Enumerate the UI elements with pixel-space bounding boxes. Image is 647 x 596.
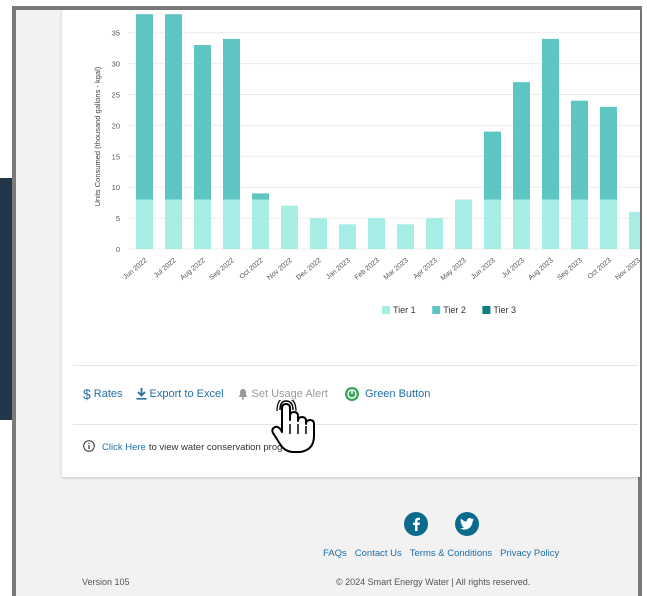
legend-label: Tier 3 — [493, 305, 516, 315]
divider-top — [73, 365, 638, 366]
y-tick-label: 20 — [112, 121, 120, 130]
bar-tier-1 — [281, 205, 298, 249]
set-usage-alert-button[interactable]: Set Usage Alert — [237, 388, 328, 400]
green-button-label: Green Button — [364, 388, 431, 400]
bar-tier-1 — [223, 199, 240, 249]
y-tick-label: 0 — [116, 245, 120, 254]
green-button-icon — [344, 387, 359, 401]
x-tick-label: Sep 2022 — [208, 257, 236, 282]
conservation-info: Click Here to view water conservation pr… — [83, 440, 282, 455]
dollar-icon: $ — [83, 386, 91, 402]
export-excel-button[interactable]: Export to Excel — [136, 388, 224, 400]
x-tick-label: Dec 2022 — [295, 257, 323, 282]
y-tick-label: 15 — [112, 152, 120, 161]
bar-tier-1 — [252, 199, 269, 249]
x-tick-label: Jul 2023 — [501, 257, 526, 279]
x-tick-label: Aug 2023 — [527, 257, 555, 282]
x-tick-label: Oct 2022 — [239, 257, 265, 281]
download-icon — [136, 388, 147, 400]
contact-us-link[interactable]: Contact Us — [355, 548, 402, 559]
bar-tier-1 — [136, 199, 153, 249]
bar-tier-1 — [629, 211, 640, 249]
bar-tier-1 — [339, 224, 356, 249]
legend-label: Tier 2 — [443, 305, 466, 315]
rates-label: Rates — [93, 388, 123, 400]
bar-tier-2 — [513, 82, 530, 200]
bar-tier-1 — [542, 199, 559, 249]
left-dark-panel — [0, 178, 12, 420]
bar-tier-2 — [165, 14, 182, 200]
bar-tier-1 — [310, 218, 327, 249]
bar-tier-1 — [194, 199, 211, 249]
bar-tier-2 — [484, 131, 501, 200]
info-text: to view water conservation prog — [148, 442, 283, 453]
facebook-icon[interactable] — [404, 512, 428, 536]
divider-bottom — [73, 424, 638, 425]
legend-label: Tier 1 — [393, 305, 416, 315]
bar-tier-1 — [513, 199, 530, 249]
x-tick-label: Jun 2023 — [470, 257, 497, 281]
green-button[interactable]: Green Button — [341, 387, 430, 401]
bar-tier-2 — [194, 45, 211, 200]
bar-tier-2 — [600, 106, 617, 200]
x-tick-label: Oct 2023 — [587, 257, 613, 281]
y-tick-label: 10 — [112, 183, 120, 192]
bar-tier-1 — [455, 199, 472, 249]
hand-cursor-icon — [268, 397, 318, 461]
y-tick-label: 30 — [112, 60, 120, 69]
info-icon — [83, 440, 95, 455]
x-tick-label: Mar 2023 — [383, 257, 410, 281]
social-links — [404, 512, 506, 536]
x-tick-label: Sep 2023 — [556, 257, 584, 282]
bar-tier-1 — [426, 218, 443, 249]
bar-tier-2 — [542, 38, 559, 200]
bar-tier-1 — [165, 199, 182, 249]
usage-card: 0 5 10 15 20 25 30 35 Units Consumed (thousand g… — [62, 10, 640, 477]
faqs-link[interactable]: FAQs — [323, 548, 347, 559]
footer-links: FAQs Contact Us Terms & Conditions Priva… — [323, 548, 567, 559]
legend-swatch — [382, 306, 390, 314]
terms-link[interactable]: Terms & Conditions — [410, 548, 492, 559]
action-toolbar: $ Rates Export to Excel Set Usage Alert … — [83, 386, 443, 402]
x-tick-label: Jun 2022 — [122, 257, 149, 281]
rates-button[interactable]: $ Rates — [83, 386, 123, 402]
bar-tier-1 — [571, 199, 588, 249]
x-tick-label: Aug 2022 — [179, 257, 207, 282]
bar-tier-1 — [368, 218, 385, 249]
twitter-icon[interactable] — [455, 512, 479, 536]
bar-tier-1 — [484, 199, 501, 249]
x-tick-label: Feb 2023 — [354, 257, 381, 281]
bar-tier-1 — [600, 199, 617, 249]
bar-tier-2 — [136, 14, 153, 200]
x-tick-label: Jan 2023 — [325, 257, 352, 281]
legend-swatch — [482, 306, 491, 314]
y-tick-label: 25 — [112, 91, 120, 100]
legend-swatch — [432, 306, 441, 314]
x-tick-label: Nov 2022 — [266, 257, 294, 282]
x-tick-label: Apr 2023 — [413, 257, 439, 281]
y-axis-label: Units Consumed (thousand gallons - kgal) — [93, 66, 102, 206]
usage-bar-chart: 0 5 10 15 20 25 30 35 Units Consumed (thousand g… — [93, 14, 640, 315]
x-tick-label: Nov 2023 — [614, 257, 640, 282]
export-label: Export to Excel — [149, 388, 224, 400]
bar-tier-2 — [223, 38, 240, 200]
alert-label: Set Usage Alert — [251, 388, 328, 400]
x-tick-label: May 2023 — [440, 257, 468, 282]
bar-tier-1 — [397, 224, 414, 249]
bar-tier-2 — [252, 193, 269, 200]
x-tick-label: Jul 2022 — [153, 257, 178, 279]
y-tick-label: 5 — [116, 214, 120, 223]
privacy-policy-link[interactable]: Privacy Policy — [500, 548, 559, 559]
bar-tier-2 — [571, 100, 588, 200]
y-tick-label: 35 — [112, 29, 120, 38]
bell-icon — [237, 388, 249, 400]
click-here-link[interactable]: Click Here — [102, 442, 146, 453]
